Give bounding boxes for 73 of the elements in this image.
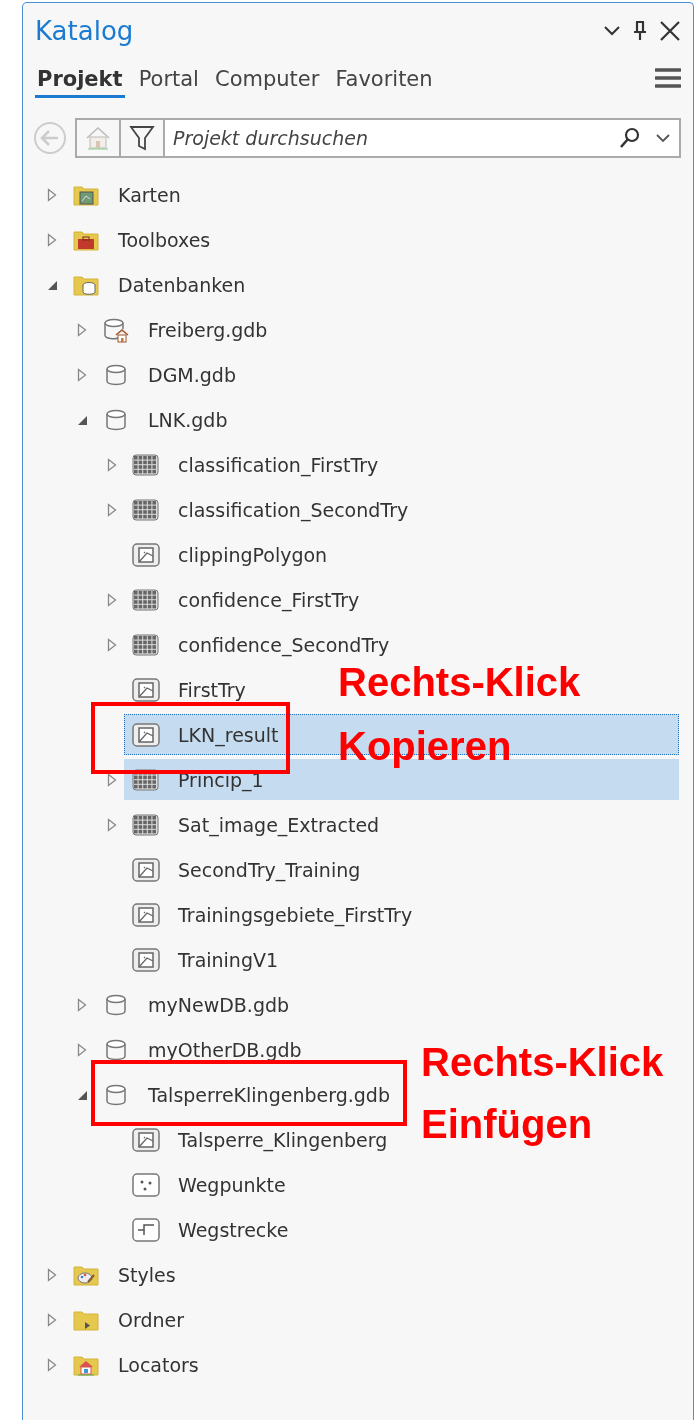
tree-item-label[interactable]: Sat_image_Extracted	[178, 813, 380, 836]
collapsed-triangle-icon[interactable]	[107, 637, 117, 652]
polygon-layer-icon	[132, 542, 160, 567]
tree-item-label[interactable]: TalsperreKlingenberg.gdb	[148, 1083, 390, 1106]
pin-icon[interactable]	[631, 20, 649, 42]
collapsed-triangle-icon[interactable]	[77, 1042, 87, 1057]
tree-item-label[interactable]: Karten	[118, 183, 181, 206]
collapsed-triangle-icon[interactable]	[107, 772, 117, 787]
database-icon	[104, 407, 128, 432]
tree-item-label[interactable]: Wegpunkte	[178, 1173, 286, 1196]
tree-item-label[interactable]: Freiberg.gdb	[148, 318, 268, 341]
tab[interactable]: Projekt	[35, 59, 125, 98]
polygon-layer-icon	[132, 722, 160, 747]
polygon-layer-icon	[132, 947, 160, 972]
chevron-down-icon[interactable]	[603, 25, 621, 37]
collapsed-triangle-icon[interactable]	[77, 997, 87, 1012]
tree-item-label[interactable]: myOtherDB.gdb	[148, 1038, 302, 1061]
grid-icon	[132, 587, 160, 612]
tree-item-label[interactable]: Wegstrecke	[178, 1218, 289, 1241]
tree-item-label[interactable]: confidence_SecondTry	[178, 633, 390, 656]
collapsed-triangle-icon[interactable]	[107, 502, 117, 517]
grid-icon	[132, 497, 160, 522]
menu-icon[interactable]	[655, 67, 681, 89]
polygon-layer-icon	[132, 902, 160, 927]
collapsed-triangle-icon[interactable]	[107, 817, 117, 832]
database-icon	[104, 362, 128, 387]
database-icon	[104, 1037, 128, 1062]
polygon-layer-icon	[132, 857, 160, 882]
tree-item-label[interactable]: clippingPolygon	[178, 543, 328, 566]
polygon-layer-icon	[132, 1127, 160, 1152]
tree-item-label[interactable]: classification_FirstTry	[178, 453, 379, 476]
tree-item-label[interactable]: Styles	[118, 1263, 176, 1286]
collapsed-triangle-icon[interactable]	[107, 457, 117, 472]
tree-item-label[interactable]: Locators	[118, 1353, 199, 1376]
collapsed-triangle-icon[interactable]	[47, 1357, 57, 1372]
tab[interactable]: Favoriten	[333, 59, 435, 98]
database-icon	[104, 1082, 128, 1107]
annotation-text: Einfügen	[421, 1102, 593, 1147]
annotation-text: Rechts-Klick	[338, 660, 581, 705]
tree-item-label[interactable]: TrainingV1	[178, 948, 279, 971]
annotation-text: Rechts-Klick	[421, 1040, 664, 1085]
tree-item-label[interactable]: Ordner	[118, 1308, 185, 1331]
grid-icon	[132, 812, 160, 837]
tree-item-label[interactable]: LNK.gdb	[148, 408, 228, 431]
tree-item-label[interactable]: Toolboxes	[118, 228, 211, 251]
collapsed-triangle-icon[interactable]	[47, 187, 57, 202]
grid-icon	[132, 452, 160, 477]
tree-item-label[interactable]: Talsperre_Klingenberg	[178, 1128, 388, 1151]
collapsed-triangle-icon[interactable]	[47, 1312, 57, 1327]
points-layer-icon	[132, 1172, 160, 1197]
collapsed-triangle-icon[interactable]	[77, 367, 87, 382]
collapsed-triangle-icon[interactable]	[47, 1267, 57, 1282]
panel-title: Katalog	[35, 16, 135, 46]
close-icon[interactable]	[659, 20, 681, 42]
tab[interactable]: Portal	[136, 59, 201, 98]
collapsed-triangle-icon[interactable]	[77, 322, 87, 337]
tree-item-label[interactable]: classification_SecondTry	[178, 498, 409, 521]
tree-item-label[interactable]: SecondTry_Training	[178, 858, 361, 881]
tree-item-label[interactable]: DGM.gdb	[148, 363, 236, 386]
collapsed-triangle-icon[interactable]	[47, 232, 57, 247]
grid-icon	[132, 632, 160, 657]
tab[interactable]: Computer	[212, 59, 322, 98]
database-house-icon	[103, 316, 129, 343]
tree-item-label[interactable]: myNewDB.gdb	[148, 993, 290, 1016]
tree-item-label[interactable]: LKN_result	[178, 723, 279, 746]
polygon-layer-icon	[132, 677, 160, 702]
tree-item-label[interactable]: FirstTry	[178, 678, 246, 701]
tree-item-label[interactable]: Trainingsgebiete_FirstTry	[178, 903, 413, 926]
tree-item-label[interactable]: Datenbanken	[118, 273, 246, 296]
tree-item-label[interactable]: confidence_FirstTry	[178, 588, 360, 611]
database-icon	[104, 992, 128, 1017]
line-layer-icon	[132, 1217, 160, 1242]
collapsed-triangle-icon[interactable]	[107, 592, 117, 607]
